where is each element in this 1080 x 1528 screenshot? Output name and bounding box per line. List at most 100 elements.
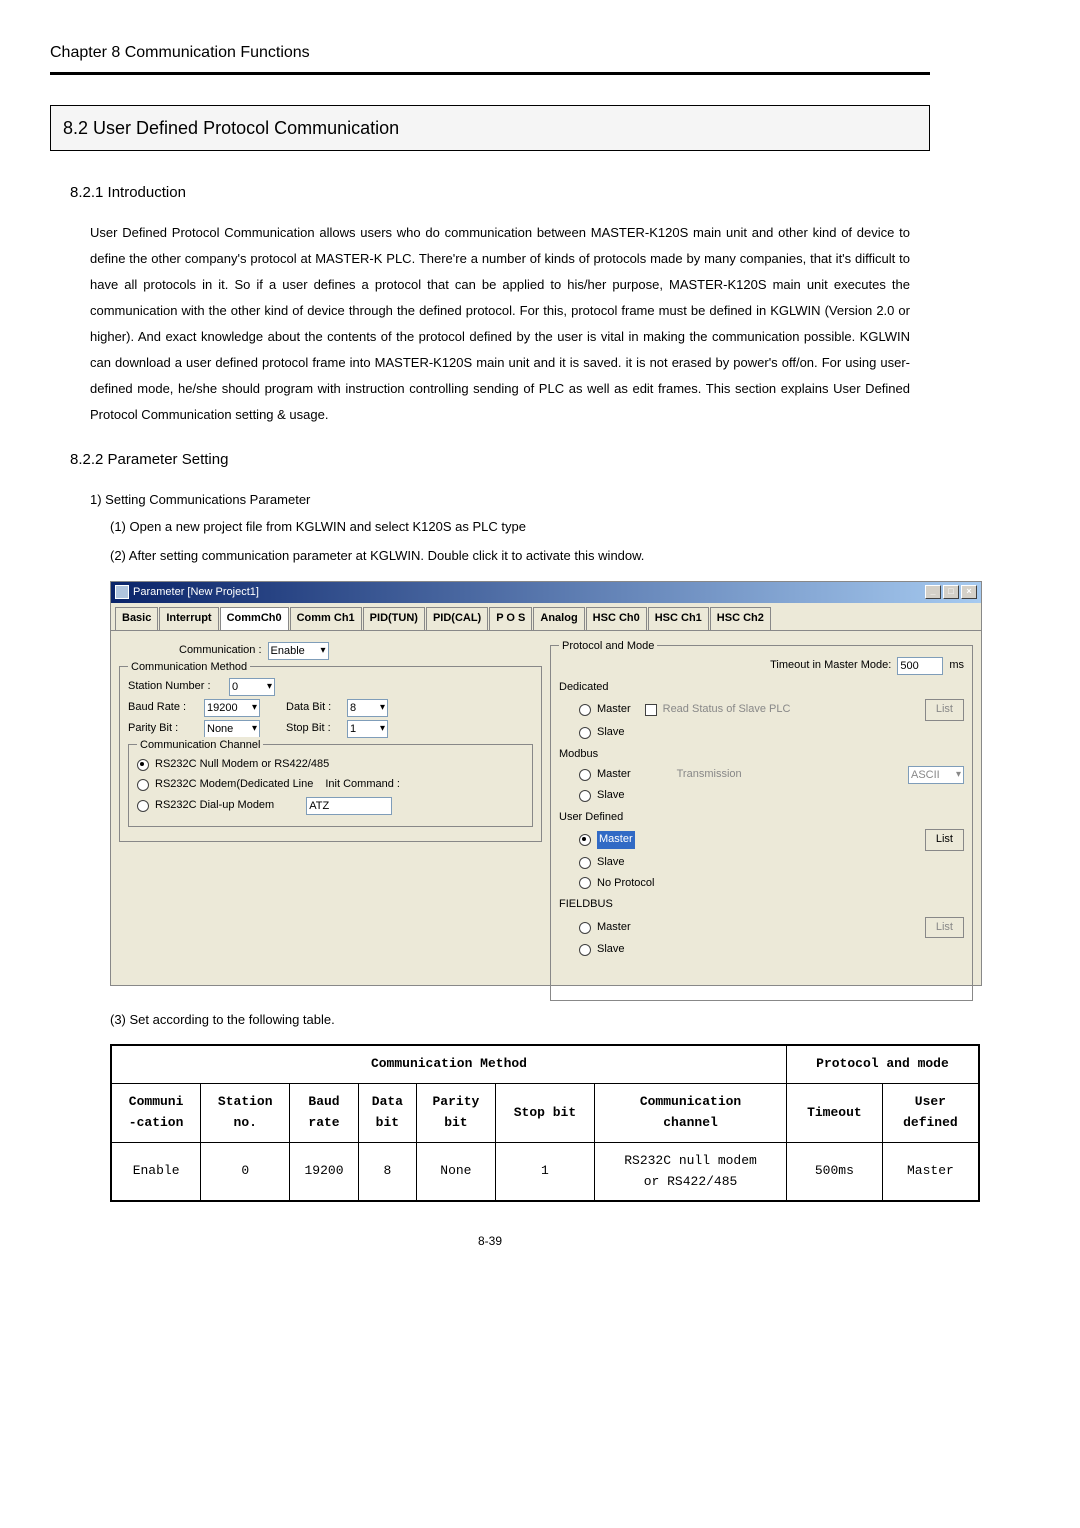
dedicated-label: Dedicated bbox=[559, 679, 964, 697]
radio-fb-master[interactable] bbox=[579, 922, 591, 934]
data-bit-label: Data Bit : bbox=[286, 699, 341, 717]
tab-interrupt[interactable]: Interrupt bbox=[159, 607, 218, 630]
fieldbus-label: FIELDBUS bbox=[559, 896, 964, 914]
communication-dropdown[interactable]: Enable bbox=[268, 642, 329, 660]
radio-fb-slave[interactable] bbox=[579, 944, 591, 956]
close-button[interactable]: × bbox=[961, 585, 977, 599]
timeout-unit: ms bbox=[949, 657, 964, 675]
th-user-defined: User defined bbox=[882, 1084, 979, 1143]
subsection-param-title: 8.2.2 Parameter Setting bbox=[70, 448, 930, 472]
radio-dedicated-modem[interactable] bbox=[137, 779, 149, 791]
th-data-bit: Data bit bbox=[358, 1084, 416, 1143]
dialog-titlebar: Parameter [New Project1] _ □ × bbox=[111, 582, 981, 604]
modbus-slave-label: Slave bbox=[597, 787, 625, 805]
tab-commch0[interactable]: CommCh0 bbox=[220, 607, 289, 630]
read-status-label: Read Status of Slave PLC bbox=[663, 701, 791, 719]
data-bit-dropdown[interactable]: 8 bbox=[347, 699, 388, 717]
radio-ud-noprotocol[interactable] bbox=[579, 877, 591, 889]
ud-noprotocol-label: No Protocol bbox=[597, 875, 654, 893]
page-number: 8-39 bbox=[50, 1232, 930, 1251]
protocol-mode-group: Protocol and Mode Timeout in Master Mode… bbox=[550, 645, 973, 1001]
radio-dedicated-modem-label: RS232C Modem(Dedicated Line bbox=[155, 776, 313, 794]
table-header-group2: Protocol and mode bbox=[786, 1045, 979, 1083]
ud-master-label: Master bbox=[597, 831, 635, 849]
tab-pidtun[interactable]: PID(TUN) bbox=[363, 607, 425, 630]
radio-ud-slave[interactable] bbox=[579, 857, 591, 869]
timeout-label: Timeout in Master Mode: bbox=[770, 657, 891, 675]
subsection-intro-title: 8.2.1 Introduction bbox=[70, 181, 930, 205]
td-stop-bit: 1 bbox=[495, 1142, 594, 1201]
substep-1: (1) Open a new project file from KGLWIN … bbox=[110, 513, 930, 542]
td-comm-channel: RS232C null modem or RS422/485 bbox=[595, 1142, 787, 1201]
radio-dialup-modem[interactable] bbox=[137, 800, 149, 812]
td-timeout: 500ms bbox=[786, 1142, 882, 1201]
table-header-group1: Communication Method bbox=[111, 1045, 786, 1083]
ud-list-button[interactable]: List bbox=[925, 829, 964, 851]
dedicated-master-label: Master bbox=[597, 701, 631, 719]
radio-null-modem[interactable] bbox=[137, 759, 149, 771]
td-parity-bit: None bbox=[417, 1142, 496, 1201]
chapter-header: Chapter 8 Communication Functions bbox=[50, 40, 930, 75]
fb-slave-label: Slave bbox=[597, 941, 625, 959]
tab-hscch2[interactable]: HSC Ch2 bbox=[710, 607, 771, 630]
tab-commch1[interactable]: Comm Ch1 bbox=[290, 607, 362, 630]
baud-rate-label: Baud Rate : bbox=[128, 699, 198, 717]
maximize-button[interactable]: □ bbox=[943, 585, 959, 599]
ud-slave-label: Slave bbox=[597, 854, 625, 872]
checkbox-read-status bbox=[645, 704, 657, 716]
radio-dedicated-master[interactable] bbox=[579, 704, 591, 716]
fb-list-button: List bbox=[925, 917, 964, 939]
transmission-label: Transmission bbox=[677, 766, 742, 784]
dedicated-list-button: List bbox=[925, 699, 964, 721]
communication-channel-group: Communication Channel RS232C Null Modem … bbox=[128, 744, 533, 827]
radio-ud-master[interactable] bbox=[579, 834, 591, 846]
intro-paragraph: User Defined Protocol Communication allo… bbox=[90, 220, 910, 428]
protocol-mode-title: Protocol and Mode bbox=[559, 638, 657, 656]
parameter-table: Communication Method Protocol and mode C… bbox=[110, 1044, 980, 1202]
stop-bit-dropdown[interactable]: 1 bbox=[347, 720, 388, 738]
init-command-label: Init Command : bbox=[325, 776, 400, 794]
parity-bit-label: Parity Bit : bbox=[128, 720, 198, 738]
transmission-dropdown: ASCII bbox=[908, 766, 964, 784]
parameter-dialog: Parameter [New Project1] _ □ × Basic Int… bbox=[110, 581, 982, 986]
th-comm-channel: Communication channel bbox=[595, 1084, 787, 1143]
tab-hscch1[interactable]: HSC Ch1 bbox=[648, 607, 709, 630]
station-number-label: Station Number : bbox=[128, 678, 223, 696]
th-timeout: Timeout bbox=[786, 1084, 882, 1143]
tab-pidcal[interactable]: PID(CAL) bbox=[426, 607, 488, 630]
init-command-input[interactable]: ATZ bbox=[306, 797, 392, 815]
modbus-label: Modbus bbox=[559, 746, 964, 764]
parity-bit-dropdown[interactable]: None bbox=[204, 720, 260, 738]
modbus-master-label: Master bbox=[597, 766, 631, 784]
dialog-icon bbox=[115, 585, 129, 599]
communication-method-title: Communication Method bbox=[128, 659, 250, 677]
section-title: 8.2 User Defined Protocol Communication bbox=[63, 118, 399, 138]
tab-pos[interactable]: P O S bbox=[489, 607, 532, 630]
radio-modbus-slave[interactable] bbox=[579, 790, 591, 802]
radio-modbus-master[interactable] bbox=[579, 769, 591, 781]
station-number-dropdown[interactable]: 0 bbox=[229, 678, 275, 696]
substep-2: (2) After setting communication paramete… bbox=[110, 542, 930, 571]
radio-dedicated-slave[interactable] bbox=[579, 727, 591, 739]
dialog-tabs: Basic Interrupt CommCh0 Comm Ch1 PID(TUN… bbox=[111, 603, 981, 630]
stop-bit-label: Stop Bit : bbox=[286, 720, 341, 738]
tab-basic[interactable]: Basic bbox=[115, 607, 158, 630]
td-baud-rate: 19200 bbox=[290, 1142, 359, 1201]
th-communication: Communi -cation bbox=[111, 1084, 201, 1143]
userdefined-label: User Defined bbox=[559, 809, 964, 827]
td-user-defined: Master bbox=[882, 1142, 979, 1201]
td-data-bit: 8 bbox=[358, 1142, 416, 1201]
minimize-button[interactable]: _ bbox=[925, 585, 941, 599]
dedicated-slave-label: Slave bbox=[597, 724, 625, 742]
radio-dialup-modem-label: RS232C Dial-up Modem bbox=[155, 797, 274, 815]
communication-method-group: Communication Method Station Number : 0 … bbox=[119, 666, 542, 842]
communication-channel-title: Communication Channel bbox=[137, 737, 263, 755]
th-station-no: Station no. bbox=[201, 1084, 290, 1143]
tab-hscch0[interactable]: HSC Ch0 bbox=[586, 607, 647, 630]
tab-analog[interactable]: Analog bbox=[533, 607, 584, 630]
baud-rate-dropdown[interactable]: 19200 bbox=[204, 699, 260, 717]
section-title-box: 8.2 User Defined Protocol Communication bbox=[50, 105, 930, 152]
th-parity-bit: Parity bit bbox=[417, 1084, 496, 1143]
timeout-input[interactable]: 500 bbox=[897, 657, 943, 675]
dialog-title: Parameter [New Project1] bbox=[133, 584, 259, 602]
